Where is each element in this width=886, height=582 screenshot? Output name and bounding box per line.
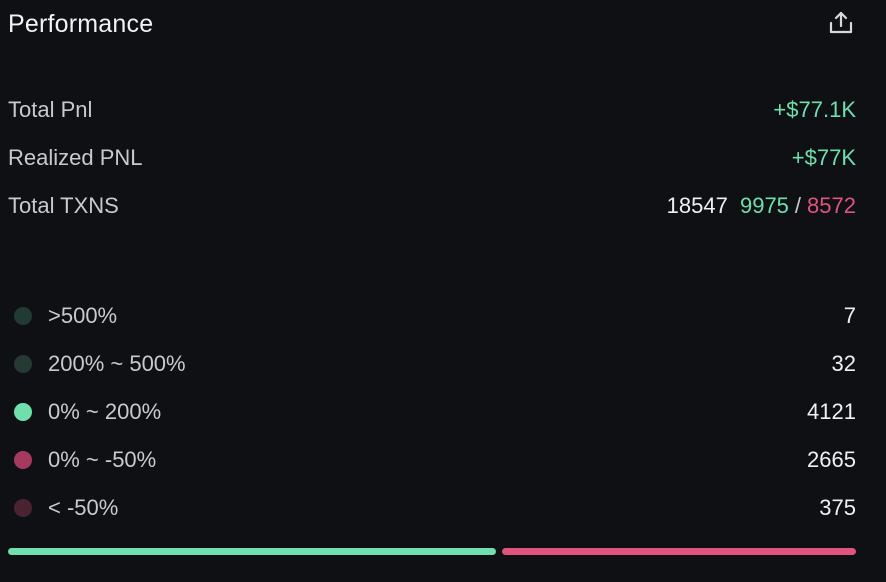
total-pnl-row: Total Pnl +$77.1K [8, 94, 856, 126]
txns-separator: / [794, 193, 802, 218]
dist-dot [14, 307, 32, 325]
panel-title: Performance [8, 10, 154, 38]
dist-label: 0% ~ 200% [48, 399, 162, 424]
dist-label: 200% ~ 500% [48, 351, 186, 376]
dist-dot [14, 499, 32, 517]
share-button[interactable] [826, 10, 856, 40]
distribution-row: >500% 7 [14, 300, 856, 332]
total-txns-values: 18547 9975/8572 [667, 193, 856, 219]
ratio-bar-positive [8, 548, 496, 555]
dist-value: 4121 [807, 399, 856, 424]
dist-dot [14, 403, 32, 421]
ratio-bar-negative [502, 548, 856, 555]
dist-value: 32 [831, 351, 856, 376]
total-pnl-value: +$77.1K [773, 97, 856, 122]
total-txns-label: Total TXNS [8, 193, 119, 218]
dist-label: < -50% [48, 495, 119, 520]
dist-value: 7 [843, 303, 856, 328]
performance-panel: Performance Total Pnl +$77.1K Realized P… [0, 0, 886, 582]
dist-dot [14, 355, 32, 373]
distribution-row: 0% ~ 200% 4121 [14, 396, 856, 428]
total-txns-row: Total TXNS 18547 9975/8572 [8, 190, 856, 222]
total-pnl-label: Total Pnl [8, 97, 93, 122]
win-loss-ratio-bar [8, 548, 856, 555]
distribution-row: 0% ~ -50% 2665 [14, 444, 856, 476]
realized-pnl-value: +$77K [791, 145, 856, 170]
total-txns-count: 18547 [666, 193, 728, 218]
buy-txns-count: 9975 [739, 193, 789, 218]
distribution-row: 200% ~ 500% 32 [14, 348, 856, 380]
dist-dot [14, 451, 32, 469]
sell-txns-count: 8572 [807, 193, 856, 218]
dist-value: 2665 [807, 447, 856, 472]
dist-label: >500% [48, 303, 118, 328]
distribution-row: < -50% 375 [14, 492, 856, 524]
realized-pnl-row: Realized PNL +$77K [8, 142, 856, 174]
dist-label: 0% ~ -50% [48, 447, 157, 472]
realized-pnl-label: Realized PNL [8, 145, 143, 170]
dist-value: 375 [819, 495, 856, 520]
share-upload-icon [827, 9, 855, 42]
